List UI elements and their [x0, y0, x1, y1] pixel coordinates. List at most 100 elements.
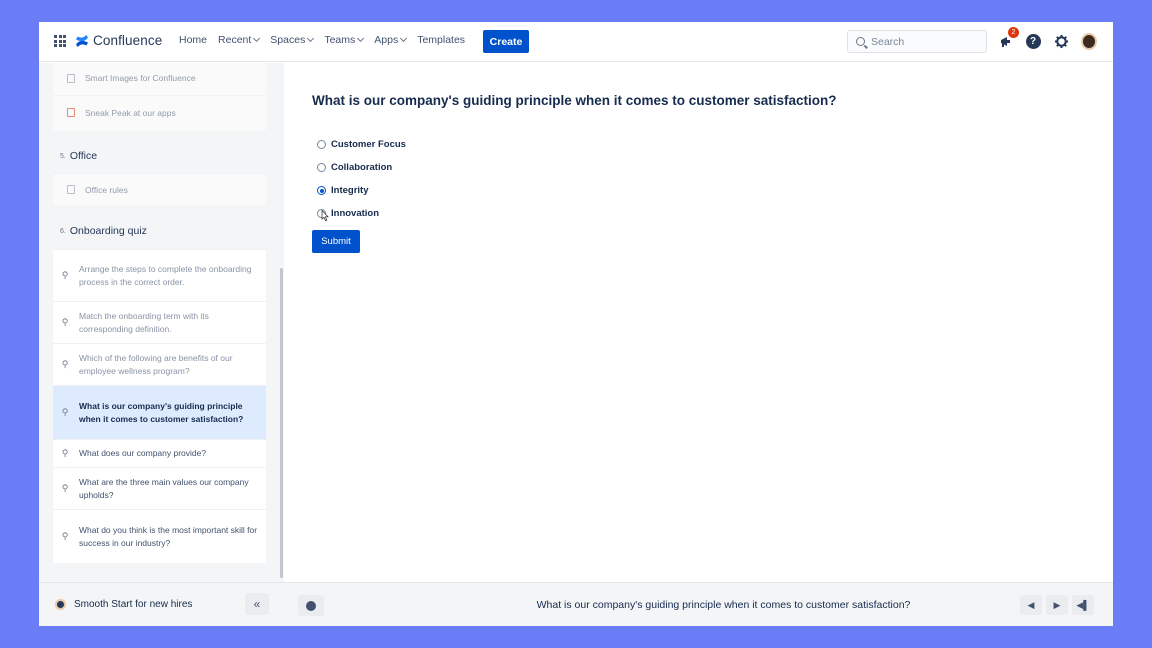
quiz-question-icon: ⚲	[61, 317, 69, 327]
quiz-item-label: Which of the following are benefits of o…	[79, 352, 233, 376]
section-title-label: Office	[69, 150, 98, 162]
quiz-item[interactable]: ⚲ What does our company provide?	[53, 439, 266, 467]
radio-button[interactable]	[317, 163, 326, 172]
quiz-question-icon: ⚲	[61, 407, 69, 417]
section-title[interactable]: 5. Office	[53, 139, 266, 173]
profile-button[interactable]	[1081, 32, 1097, 50]
nav-link-recent[interactable]: Recent	[218, 34, 261, 46]
space-footer: Smooth Start for new hires «	[39, 582, 284, 626]
quiz-question-icon: ⚲	[61, 448, 69, 458]
settings-button[interactable]	[1053, 33, 1069, 49]
nav-link-label: Templates	[417, 34, 466, 46]
quiz-question-icon: ⚲	[61, 531, 69, 541]
sidebar-item-label: Sneak Peak at our apps	[85, 107, 176, 118]
section-number: 6.	[60, 227, 66, 235]
radio-button[interactable]	[317, 140, 326, 149]
quiz-list: ⚲ Arrange the steps to complete the onboa…	[53, 249, 266, 563]
answer-option-label: Innovation	[331, 208, 380, 219]
quiz-item-label: Match the onboarding term with its corre…	[79, 310, 209, 334]
chevron-down-icon	[307, 34, 315, 43]
notifications-button[interactable]: 2	[997, 27, 1019, 49]
quiz-item[interactable]: ⚲ Match the onboarding term with its corr…	[53, 301, 266, 343]
sidebar-card-apps: Smart Images for Confluence Sneak Peak a…	[53, 63, 266, 131]
sidebar-item-label: Smart Images for Confluence	[85, 73, 196, 83]
chevron-down-icon	[253, 34, 261, 43]
confluence-logo[interactable]: Confluence	[75, 33, 162, 48]
quiz-question-icon: ⚲	[61, 359, 69, 369]
sidebar-item[interactable]: Smart Images for Confluence	[53, 63, 266, 95]
search-input[interactable]: Search	[847, 30, 987, 53]
sidebar-scrollbar[interactable]	[280, 268, 283, 578]
space-avatar	[55, 599, 66, 610]
top-icons: 2 ?	[997, 27, 1109, 50]
nav-link-templates[interactable]: Templates	[417, 34, 465, 46]
app-name: Confluence	[93, 33, 163, 48]
notification-badge: 2	[1008, 27, 1019, 38]
section-number: 5.	[60, 152, 66, 160]
triangle-right-icon: ▶	[1053, 599, 1061, 610]
quiz-question-icon: ⚲	[61, 270, 69, 280]
nav-link-label: Recent	[218, 34, 252, 46]
answer-option[interactable]: Innovation	[317, 202, 406, 225]
nav-link-label: Spaces	[270, 34, 306, 46]
answer-option[interactable]: Integrity	[317, 179, 406, 202]
confluence-logo-icon	[76, 34, 88, 47]
section-title[interactable]: 6. Onboarding quiz	[53, 213, 266, 249]
sidebar-item[interactable]: Sneak Peak at our apps	[53, 95, 266, 129]
exit-button[interactable]: ◀▌	[1072, 595, 1094, 615]
search-placeholder: Search	[871, 35, 905, 48]
nav-links: Home Recent Spaces Teams Apps Templates	[179, 34, 476, 46]
app-window: Confluence Home Recent Spaces Teams Apps Temp…	[39, 22, 1113, 626]
nav-link-spaces[interactable]: Spaces	[270, 34, 315, 46]
nav-link-label: Apps	[374, 34, 399, 46]
triangle-left-icon: ◀	[1027, 599, 1035, 610]
page-navigation: ◀ ▶ ◀▌	[1020, 595, 1098, 615]
top-navigation: Confluence Home Recent Spaces Teams Apps Temp…	[39, 22, 1113, 62]
gear-icon	[1054, 34, 1068, 48]
collapse-sidebar-button[interactable]: «	[245, 593, 269, 615]
image-icon	[67, 73, 75, 83]
quiz-item-label: What is our company's guiding principle …	[79, 400, 244, 424]
create-button[interactable]: Create	[483, 30, 529, 53]
app-switcher-icon[interactable]	[54, 35, 66, 47]
search-icon	[856, 37, 865, 46]
previous-button[interactable]: ◀	[1020, 595, 1042, 615]
answer-option[interactable]: Collaboration	[317, 156, 406, 179]
nav-link-teams[interactable]: Teams	[324, 34, 365, 46]
radio-button[interactable]	[317, 186, 326, 195]
chevron-down-icon	[400, 34, 408, 43]
sidebar-section-office: 5. Office Office rules	[53, 139, 266, 205]
footer-page-title: What is our company's guiding principle …	[536, 599, 911, 611]
page-footer: What is our company's guiding principle …	[284, 582, 1113, 626]
sidebar-item-label: Office rules	[85, 184, 128, 195]
page-icon	[67, 185, 75, 194]
quiz-item[interactable]: ⚲ What do you think is the most important…	[53, 509, 266, 563]
quiz-item[interactable]: ⚲ Which of the following are benefits of …	[53, 343, 266, 385]
answer-option-label: Collaboration	[331, 162, 393, 173]
quiz-item-label: Arrange the steps to complete the onboar…	[79, 263, 252, 287]
nav-link-label: Teams	[324, 34, 356, 46]
submit-button[interactable]: Submit	[312, 230, 360, 253]
quiz-item[interactable]: ⚲ Arrange the steps to complete the onboa…	[53, 249, 266, 301]
mouse-cursor-icon	[321, 210, 329, 221]
nav-link-label: Home	[179, 34, 208, 46]
space-name[interactable]: Smooth Start for new hires	[74, 599, 192, 610]
sidebar-section-quiz: 6. Onboarding quiz ⚲ Arrange the steps to…	[53, 213, 266, 581]
sidebar: Smart Images for Confluence Sneak Peak a…	[39, 63, 284, 582]
next-button[interactable]: ▶	[1046, 595, 1068, 615]
answer-option-label: Integrity	[331, 185, 369, 196]
quiz-question-icon: ⚲	[61, 483, 69, 493]
answer-option-label: Customer Focus	[331, 139, 406, 150]
help-icon: ?	[1025, 33, 1041, 49]
nav-link-home[interactable]: Home	[179, 34, 207, 46]
answer-option[interactable]: Customer Focus	[317, 133, 406, 156]
quiz-item[interactable]: ⚲ What are the three main values our comp…	[53, 467, 266, 509]
answer-options: Customer Focus Collaboration Integrity Inno…	[317, 133, 406, 225]
question-title: What is our company's guiding principle …	[312, 93, 837, 108]
quiz-item-label: What are the three main values our compa…	[79, 476, 249, 500]
sidebar-item[interactable]: Office rules	[53, 173, 266, 205]
nav-link-apps[interactable]: Apps	[374, 34, 408, 46]
avatar	[1081, 32, 1097, 50]
quiz-item[interactable]: ⚲ What is our company's guiding principle…	[53, 385, 266, 439]
help-button[interactable]: ?	[1025, 33, 1041, 49]
